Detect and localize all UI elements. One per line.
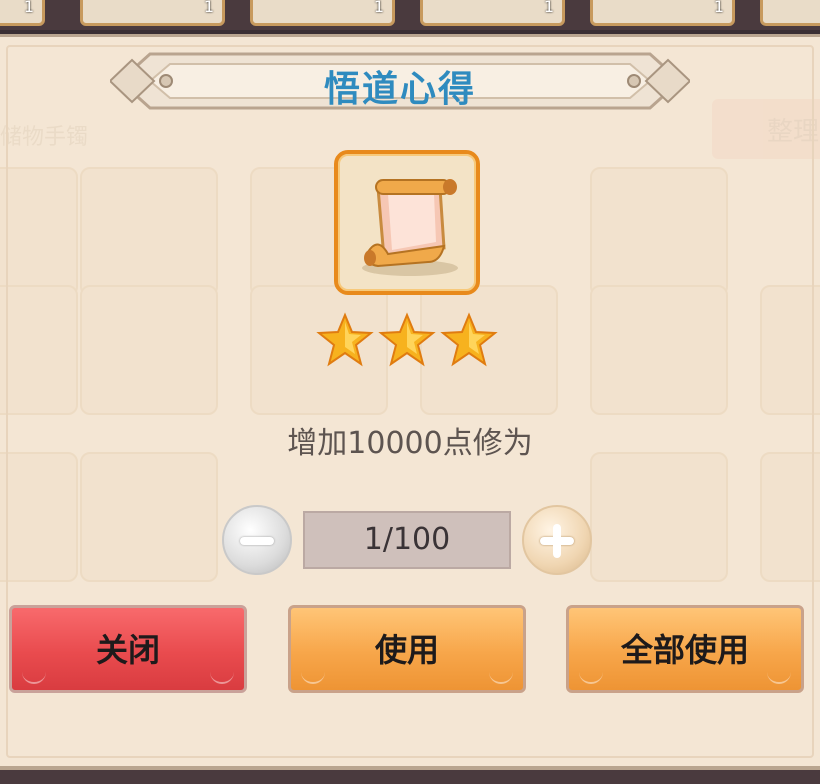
star-icon <box>378 312 436 367</box>
bag-tab-label: 储物手镯 <box>0 125 89 150</box>
ghost-slot <box>80 285 218 415</box>
slot-count: 1 <box>203 0 214 16</box>
slot-count: 1 <box>373 0 384 16</box>
inventory-slot[interactable] <box>760 0 820 26</box>
ghost-slot <box>760 285 820 415</box>
decrease-quantity-button[interactable] <box>222 505 292 575</box>
close-button[interactable]: 关闭 <box>9 605 247 693</box>
title-banner: 悟道心得 <box>110 46 690 116</box>
inventory-slot[interactable]: 1 <box>420 0 565 26</box>
ghost-slot <box>590 452 728 582</box>
increase-quantity-button[interactable] <box>522 505 592 575</box>
inventory-slot[interactable]: 1 <box>80 0 225 26</box>
button-ornament <box>22 668 46 684</box>
slot-count: 1 <box>713 0 724 16</box>
use-all-button[interactable]: 全部使用 <box>566 605 804 693</box>
button-ornament <box>301 668 325 684</box>
star-icon <box>316 312 374 367</box>
inventory-slot[interactable]: 1 <box>590 0 735 26</box>
item-icon-frame <box>334 150 480 295</box>
ghost-slot <box>0 452 78 582</box>
button-ornament <box>489 668 513 684</box>
ghost-slot <box>80 452 218 582</box>
ghost-slot <box>0 167 78 297</box>
slot-count: 1 <box>543 0 554 16</box>
ghost-slot <box>0 285 78 415</box>
ghost-slot <box>590 167 728 297</box>
item-description: 增加10000点修为 <box>287 426 533 461</box>
close-button-label: 关闭 <box>95 631 160 669</box>
inventory-slot[interactable]: 1 <box>0 0 45 26</box>
star-icon <box>440 312 498 367</box>
inventory-top-strip: 1 1 1 1 1 <box>0 0 820 30</box>
slot-count: 1 <box>23 0 34 16</box>
ghost-slot <box>80 167 218 297</box>
bottom-strip <box>0 770 820 784</box>
use-all-button-label: 全部使用 <box>620 631 749 669</box>
scroll-icon <box>362 179 458 276</box>
item-rarity-stars <box>316 312 506 372</box>
sort-button: 整理 <box>712 99 820 159</box>
use-button[interactable]: 使用 <box>288 605 526 693</box>
button-ornament <box>767 668 791 684</box>
quantity-display[interactable]: 1/100 <box>303 511 511 569</box>
dialog-title: 悟道心得 <box>323 69 476 110</box>
button-ornament <box>579 668 603 684</box>
ghost-slot <box>760 452 820 582</box>
use-button-label: 使用 <box>374 631 439 669</box>
ghost-slot <box>590 285 728 415</box>
inventory-slot[interactable]: 1 <box>250 0 395 26</box>
button-ornament <box>210 668 234 684</box>
